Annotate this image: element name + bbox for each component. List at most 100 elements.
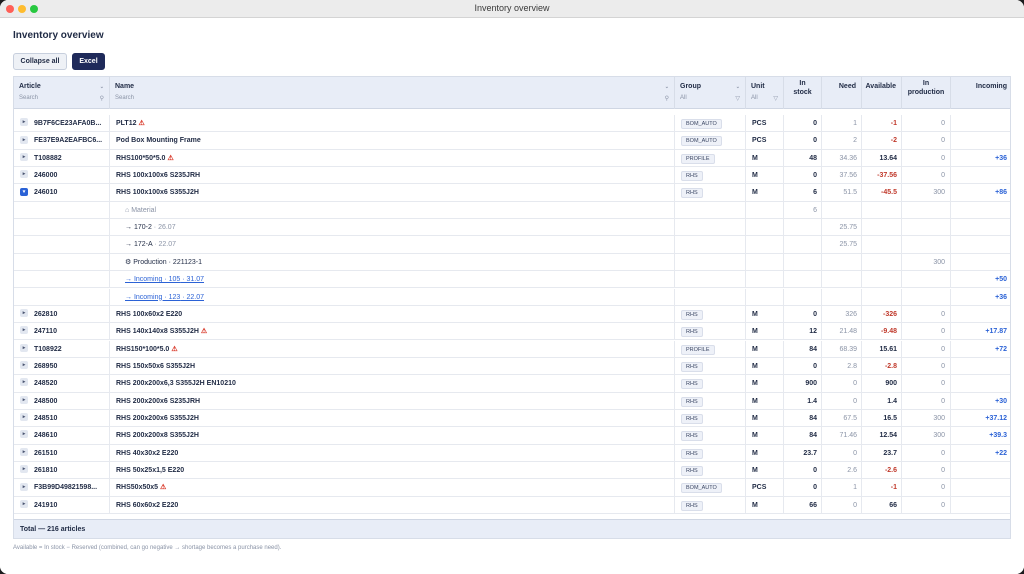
article-number: FE37E9A2EAFBC6... (34, 137, 103, 145)
unit-cell: M (746, 427, 784, 445)
in-production-cell: 0 (902, 444, 951, 462)
column-unit[interactable]: Unit All ▽ (746, 77, 784, 109)
incoming-link[interactable]: Incoming · 105 (134, 276, 180, 283)
table-row[interactable]: ▸ 248500 RHS 200x200x6 S235JRH RHS M 1.4 0 1.4 0… (14, 392, 1010, 410)
need-cell: 1 (822, 479, 862, 497)
filter-icon[interactable]: ▽ (773, 95, 778, 102)
expand-row-icon[interactable]: ▸ (20, 465, 28, 474)
table-row[interactable]: ▸ 9B7F6CE23AFA0B... PLT12 ⚠ BOM_AUTO PCS 0 1 -1 0 (14, 115, 1010, 133)
expand-row-icon[interactable]: ▸ (20, 118, 28, 127)
expand-row-icon[interactable]: ▸ (20, 135, 28, 144)
unit-cell: PCS (746, 479, 784, 497)
article-search-input[interactable]: Search (19, 95, 38, 101)
detail-group-cell (675, 253, 746, 271)
group-badge: RHS (681, 413, 703, 424)
unit-filter-select[interactable]: All (751, 95, 758, 101)
name-cell: RHS 100x60x2 E220 (110, 305, 675, 323)
incoming-link[interactable]: Incoming · 123 (134, 294, 180, 301)
table-row[interactable]: ▸ 247110 RHS 140x140x8 S355J2H ⚠ RHS M 12 21.48… (14, 323, 1010, 341)
detail-article-cell (14, 253, 110, 271)
group-cell: BOM_AUTO (675, 132, 746, 150)
need-cell: 37.56 (822, 167, 862, 185)
warning-icon: ⚠ (138, 120, 145, 127)
available-cell: -1 (862, 115, 902, 132)
column-in-production-label-line1: In (922, 80, 930, 87)
column-incoming[interactable]: Incoming (951, 77, 1010, 109)
expand-row-icon[interactable]: ▸ (20, 343, 28, 352)
sort-icon[interactable]: ⌄ (100, 84, 104, 90)
expand-row-icon[interactable]: ▸ (20, 482, 28, 491)
detail-name-cell: → 170-2 · 26.07 (110, 219, 675, 237)
detail-available-cell (862, 253, 902, 271)
expand-row-icon[interactable]: ▸ (20, 170, 28, 179)
table-row[interactable]: ▸ 248510 RHS 200x200x6 S355J2H RHS M 84 67.5 16… (14, 409, 1010, 428)
in-stock-cell: 84 (784, 427, 822, 445)
table-row[interactable]: ▸ FE37E9A2EAFBC6... Pod Box Mounting Frame… (14, 132, 1010, 150)
warning-icon: ⚠ (160, 484, 167, 492)
expand-row-icon[interactable]: ▸ (20, 378, 28, 387)
in-production-cell: 300 (902, 184, 951, 202)
in-production-cell: 0 (902, 167, 951, 185)
detail-article-cell (14, 201, 110, 219)
column-group[interactable]: Group ⌄ All ▽ (675, 77, 746, 109)
table-row[interactable]: ▸ 261510 RHS 40x30x2 E220 RHS M 23.7 0 23.7 0 +22 (14, 444, 1010, 462)
sort-icon[interactable]: ⌄ (736, 84, 740, 90)
table-row[interactable]: ▸ 246000 RHS 100x100x6 S235JRH RHS M 0 37.56 -3… (14, 167, 1010, 185)
column-available[interactable]: Available (862, 77, 902, 109)
table-row[interactable]: ▸ 248520 RHS 200x200x6,3 S355J2H EN10210 RH… (14, 375, 1010, 393)
group-badge: RHS (681, 188, 703, 199)
detail-incoming-cell (951, 202, 1010, 219)
group-badge: RHS (681, 379, 703, 390)
detail-row: ⌂ Material 6 (14, 201, 1010, 220)
available-cell: -2.8 (862, 357, 902, 375)
name-cell: PLT12 ⚠ (110, 115, 675, 132)
detail-unit-cell (746, 219, 784, 237)
expand-row-icon[interactable]: ▸ (20, 447, 28, 456)
page-title: Inventory overview (13, 30, 104, 41)
available-cell: 66 (862, 496, 902, 514)
excel-export-button[interactable]: Excel (72, 53, 105, 70)
expand-row-icon[interactable]: ▸ (20, 152, 28, 161)
article-cell: ▸ 246000 (14, 167, 110, 185)
detail-production-cell: 300 (902, 253, 951, 271)
expand-row-icon[interactable]: ▸ (20, 499, 28, 508)
available-cell: 15.61 (862, 340, 902, 358)
detail-available-cell (862, 236, 902, 254)
table-row[interactable]: ▸ T108882 RHS100*50*5.0 ⚠ PROFILE M 48 34.36 13.… (14, 149, 1010, 167)
article-number: 248520 (34, 380, 58, 388)
column-article[interactable]: Article ⌄ Search ⚲ (14, 77, 110, 109)
detail-group-cell (675, 201, 746, 219)
group-cell: RHS (675, 392, 746, 410)
expand-row-icon[interactable]: ▸ (20, 395, 28, 404)
article-name: RHS 50x25x1,5 E220 (116, 467, 185, 474)
column-name[interactable]: Name ⌄ Search ⚲ (110, 77, 675, 109)
group-badge: BOM_AUTO (681, 483, 722, 494)
collapse-all-button[interactable]: Collapse all (13, 53, 67, 70)
column-in-stock[interactable]: In stock (784, 77, 822, 109)
column-in-production[interactable]: In production (902, 77, 951, 109)
in-production-cell: 0 (902, 323, 951, 341)
column-need[interactable]: Need (822, 77, 862, 109)
expand-row-icon[interactable]: ▸ (20, 309, 28, 317)
expand-row-icon[interactable]: ▸ (20, 430, 28, 439)
table-row[interactable]: ▸ 262810 RHS 100x60x2 E220 RHS M 0 326 -326 0 (14, 305, 1010, 324)
filter-icon[interactable]: ▽ (735, 95, 740, 102)
table-row[interactable]: ▸ 248610 RHS 200x200x8 S355J2H RHS M 84 71.46 1… (14, 427, 1010, 445)
group-filter-select[interactable]: All (680, 95, 687, 101)
table-row[interactable]: ▸ 241910 RHS 60x60x2 E220 RHS M 66 0 66 0 (14, 496, 1010, 514)
table-row[interactable]: ▸ T108922 RHS150*100*5.0 ⚠ PROFILE M 84 68.39 15… (14, 340, 1010, 358)
table-row[interactable]: ▸ 261810 RHS 50x25x1,5 E220 RHS M 0 2.6 -2.6 0 (14, 462, 1010, 480)
column-available-label: Available (865, 83, 896, 90)
group-badge: RHS (681, 396, 703, 407)
sort-icon[interactable]: ⌄ (665, 84, 669, 90)
detail-unit-cell (746, 271, 784, 289)
table-row[interactable]: ▾ 246010 RHS 100x100x6 S355J2H RHS M 6 51.5 -45… (14, 184, 1010, 202)
table-row[interactable]: ▸ 268950 RHS 150x50x6 S355J2H RHS M 0 2.8 -2.8 0 (14, 357, 1010, 376)
expand-row-icon[interactable]: ▸ (20, 361, 28, 370)
expand-row-icon[interactable]: ▸ (20, 326, 28, 335)
name-search-input[interactable]: Search (115, 95, 134, 101)
in-stock-cell: 48 (784, 149, 822, 167)
expand-row-icon[interactable]: ▸ (20, 413, 28, 422)
table-row[interactable]: ▸ F3B99D49821598... RHS50x50x5 ⚠ BOM_AUTO PCS… (14, 479, 1010, 497)
collapse-row-icon[interactable]: ▾ (20, 187, 28, 196)
